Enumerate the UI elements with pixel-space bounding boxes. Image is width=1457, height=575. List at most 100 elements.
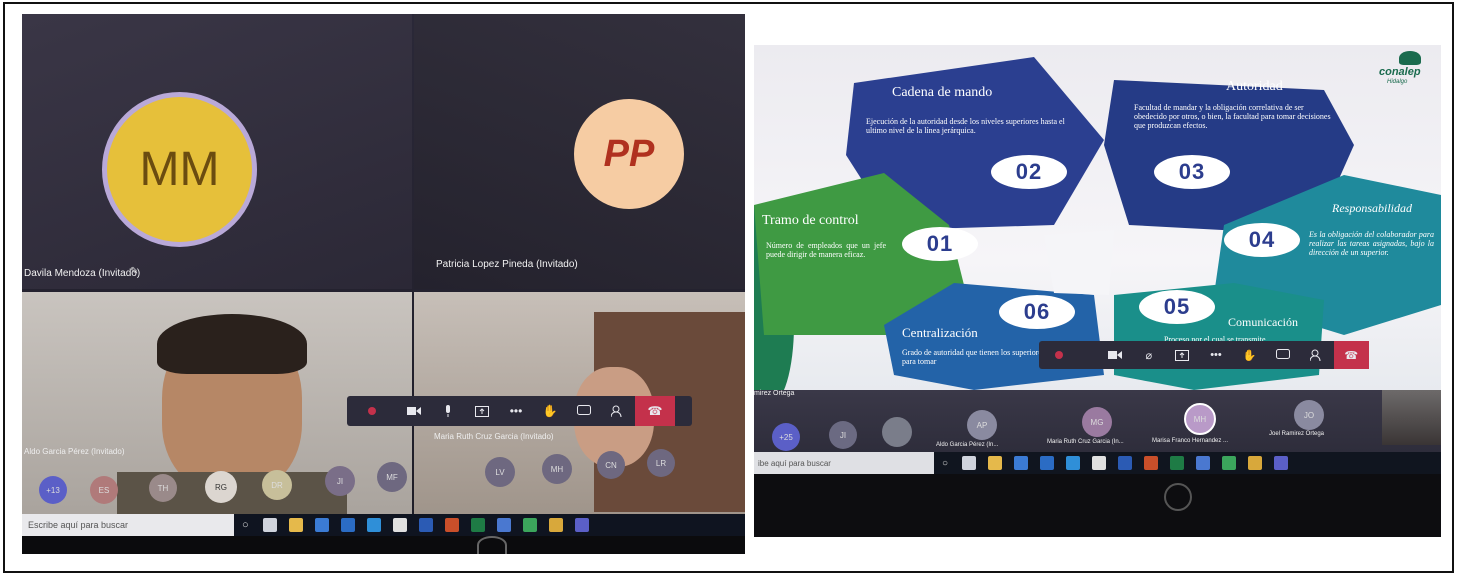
store-icon[interactable] [1014,456,1029,470]
mail-icon[interactable] [1040,456,1055,470]
raise-hand-icon[interactable]: ✋ [1233,341,1267,369]
roster-chip[interactable]: CN [597,451,625,479]
cortana-icon[interactable]: ○ [242,519,249,531]
video-icon[interactable] [397,396,431,426]
hex-title: Tramo de control [762,213,859,228]
overflow-chip[interactable]: +13 [39,476,67,504]
roster-chip[interactable]: TH [149,474,177,502]
roster-chip[interactable]: AP [967,410,997,440]
edge-icon[interactable] [366,518,381,532]
chat-icon[interactable] [567,396,601,426]
file-explorer-icon[interactable] [988,456,1003,470]
people-icon[interactable] [601,396,635,426]
muted-mic-icon: ✎ [130,266,139,277]
powerpoint-icon[interactable] [444,518,459,532]
mail-icon[interactable] [340,518,355,532]
roster-chip[interactable]: MH [1184,403,1216,435]
participant-name: Maria Ruth Cruz Garcia (Invitado) [434,432,554,441]
roster-name: Aldo Garcia Pérez (In... [936,442,999,448]
record-indicator [347,396,397,426]
speaker-label: mirez Ortega [754,390,795,397]
more-icon[interactable]: ••• [1199,341,1233,369]
excel-icon[interactable] [470,518,485,532]
laptop-bezel [754,474,1441,537]
avatar-mm: MM [102,92,257,247]
participant-tile-mm: MM Davila Mendoza (Invitado) ✎ [22,14,412,289]
roster-chip[interactable]: DR [262,470,292,500]
hex-number: 06 [999,295,1075,329]
hex-number: 04 [1224,223,1300,257]
windows-taskbar: Escribe aquí para buscar ○ [22,514,745,536]
task-view-icon[interactable] [962,456,977,470]
chrome-icon[interactable] [522,518,537,532]
file-explorer-icon[interactable] [288,518,303,532]
participant-name: Aldo Garcia Pérez (Invitado) [24,447,125,456]
participant-name: Davila Mendoza (Invitado) [24,268,141,279]
roster-chip[interactable]: JI [325,466,355,496]
chat-icon[interactable] [1266,341,1300,369]
roster-chip-photo[interactable] [882,417,912,447]
share-screen-icon[interactable] [465,396,499,426]
roster-name: Maria Ruth Cruz Garcia (In... [1047,439,1124,445]
hex-text: Ejecución de la autoridad desde los nive… [866,117,1065,136]
teams-icon[interactable] [574,518,589,532]
roster-name: Marisa Franco Hernandez ... [1152,438,1229,444]
self-video-thumbnail [1382,390,1441,445]
more-icon[interactable]: ••• [499,396,533,426]
video-icon[interactable] [1098,341,1132,369]
participant-tile-pp: PP Patricia Lopez Pineda (Invitado) [414,14,745,289]
hang-up-button[interactable]: ☎ [635,396,675,426]
chrome-icon[interactable] [1222,456,1237,470]
raise-hand-icon[interactable]: ✋ [533,396,567,426]
hex-number: 03 [1154,155,1230,189]
hex-number: 05 [1139,290,1215,324]
hex-title: Comunicación [1228,315,1298,329]
roster-chip[interactable]: LR [647,449,675,477]
powerpoint-icon[interactable] [1144,456,1159,470]
teams-icon[interactable] [1274,456,1289,470]
edge-icon[interactable] [1066,456,1081,470]
hex-number: 02 [991,155,1067,189]
avatar-pp: PP [574,99,684,209]
roster-chip[interactable]: MH [542,454,572,484]
mic-off-icon[interactable]: ⌀ [1132,341,1166,369]
word-icon[interactable] [1118,456,1133,470]
record-indicator [1039,341,1098,369]
roster-chip[interactable]: RG [205,471,237,503]
excel-icon[interactable] [1170,456,1185,470]
hex-text: Es la obligación del colaborador para re… [1309,230,1434,258]
hex-text: Número de empleados que un jefe puede di… [766,241,886,260]
roster-chip[interactable]: JI [829,421,857,449]
roster-chip[interactable]: ES [90,476,118,504]
app-icon[interactable] [548,518,563,532]
app-icon[interactable] [1196,456,1211,470]
search-box[interactable]: Escribe aquí para buscar [22,514,234,536]
app-icon[interactable] [1092,456,1107,470]
roster-chip[interactable]: JO [1294,400,1324,430]
hex-text: Facultad de mandar y la obligación corre… [1134,103,1331,131]
people-icon[interactable] [1300,341,1334,369]
word-icon[interactable] [418,518,433,532]
hang-up-icon: ☎ [1344,349,1359,362]
participant-name: Patricia Lopez Pineda (Invitado) [436,259,578,270]
overflow-chip[interactable]: +25 [772,423,800,451]
person-hair [157,314,307,374]
hang-up-button[interactable]: ☎ [1333,341,1370,369]
cortana-icon[interactable]: ○ [942,458,948,469]
share-screen-icon[interactable] [1166,341,1200,369]
app-icon[interactable] [496,518,511,532]
search-box[interactable]: ibe aquí para buscar [754,452,934,474]
task-view-icon[interactable] [262,518,277,532]
roster-chip[interactable]: MF [377,462,407,492]
roster-chip[interactable]: MG [1082,407,1112,437]
app-icon[interactable] [1248,456,1263,470]
hex-title: Responsabilidad [1332,201,1412,215]
roster-chip[interactable]: LV [485,457,515,487]
call-controls-toolbar: ••• ✋ ☎ [347,396,692,426]
hp-logo [477,536,507,554]
call-controls-toolbar: ⌀ ••• ✋ ☎ [1039,341,1370,369]
mic-icon[interactable] [431,396,465,426]
store-icon[interactable] [314,518,329,532]
hang-up-icon: ☎ [647,404,663,418]
app-icon[interactable] [392,518,407,532]
